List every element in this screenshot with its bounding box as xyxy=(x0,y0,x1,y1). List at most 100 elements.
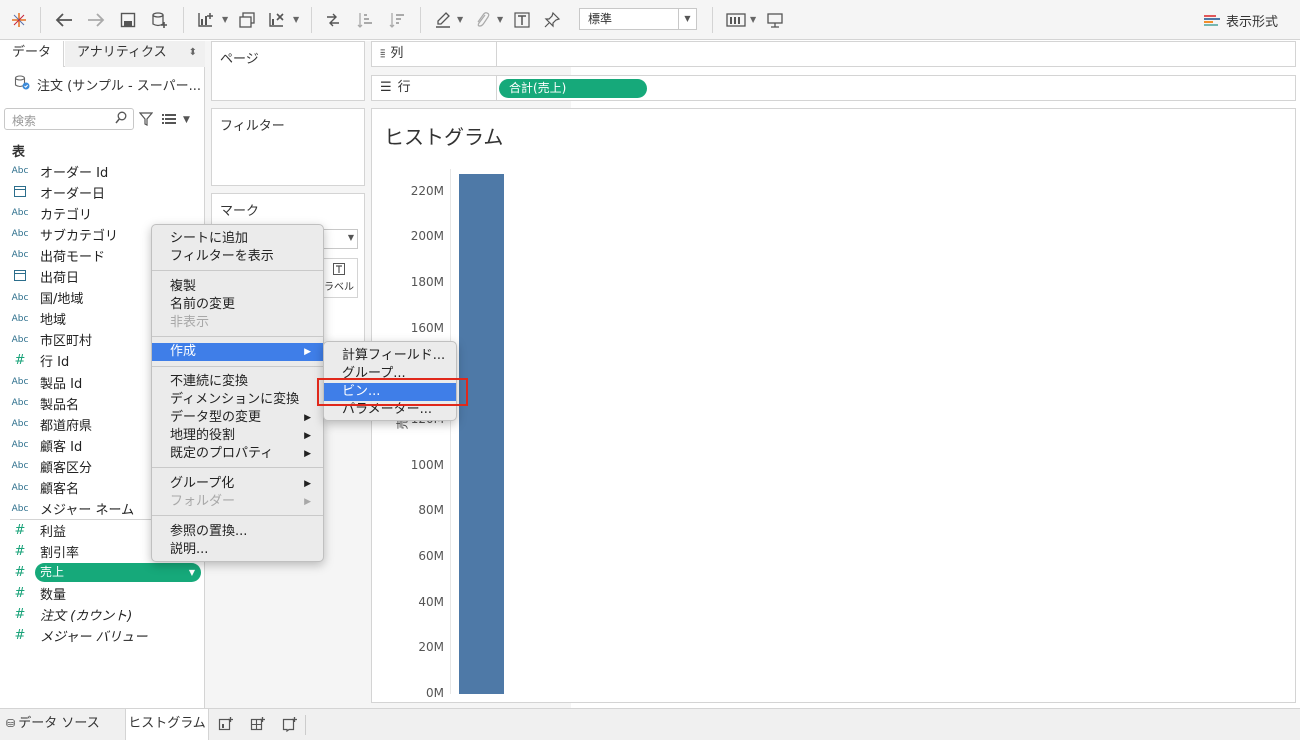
field-name: 製品名 xyxy=(40,397,80,413)
clear-sheet-icon[interactable] xyxy=(266,8,288,32)
columns-shelf[interactable]: ⦙⦙⦙ 列 xyxy=(371,41,1296,67)
selected-field-pill[interactable]: 売上 ▼ xyxy=(35,562,201,582)
columns-icon: ⦙⦙⦙ xyxy=(380,47,386,60)
y-tick-label: 60M xyxy=(418,549,444,564)
context-menu-item[interactable]: 参照の置換... xyxy=(152,523,323,541)
redo-icon[interactable] xyxy=(85,8,107,32)
dimension-field[interactable]: Abc 顧客区分 xyxy=(0,456,92,476)
dimension-field[interactable]: Abc 地域 xyxy=(0,309,66,329)
context-menu-item[interactable]: 作成 ▶ xyxy=(152,343,323,361)
measure-field[interactable]: # メジャー バリュー xyxy=(0,626,148,646)
show-mark-labels-icon[interactable] xyxy=(511,8,533,32)
context-menu-item[interactable]: 名前の変更 xyxy=(152,296,323,314)
tab-datasource[interactable]: ⛁ データ ソース xyxy=(6,709,100,740)
dimension-field[interactable]: Abc オーダー Id xyxy=(0,161,109,181)
context-menu-item[interactable]: 説明... xyxy=(152,541,323,559)
sort-ascending-icon[interactable] xyxy=(354,8,376,32)
show-me-bar-4 xyxy=(1204,23,1218,26)
dimension-field[interactable]: # 行 Id xyxy=(0,351,70,371)
highlight-caret-icon[interactable]: ▼ xyxy=(457,15,463,24)
mark-type-select[interactable]: ▼ xyxy=(320,229,358,249)
field-search-input[interactable]: 検索 xyxy=(4,108,134,130)
swap-rows-columns-icon[interactable] xyxy=(322,8,344,32)
field-name: 売上 xyxy=(40,564,65,579)
dimension-field[interactable]: Abc 顧客名 xyxy=(0,478,79,498)
dimension-field[interactable]: Abc 製品名 xyxy=(0,393,79,413)
sort-descending-icon[interactable] xyxy=(386,8,408,32)
string-type-icon: Abc xyxy=(11,313,29,324)
dimension-field[interactable]: Abc 顧客 Id xyxy=(0,435,83,455)
highlight-icon[interactable] xyxy=(432,8,454,32)
tab-sheet-histogram[interactable]: ヒストグラム xyxy=(125,709,209,740)
context-menu-item[interactable]: フォルダー ▶ xyxy=(152,493,323,511)
new-worksheet-icon[interactable] xyxy=(195,8,217,32)
fit-select[interactable]: 標準 ▼ xyxy=(579,8,697,30)
datasource-item[interactable]: 注文 (サンプル - スーパー... xyxy=(14,74,201,94)
context-menu-item[interactable]: 地理的役割 ▶ xyxy=(152,427,323,445)
presentation-mode-icon[interactable] xyxy=(764,8,786,32)
measure-field[interactable]: # 利益 xyxy=(0,520,66,540)
context-menu-item[interactable]: 不連続に変換 xyxy=(152,373,323,391)
dimension-field[interactable]: Abc カテゴリ xyxy=(0,203,92,223)
group-members-icon[interactable] xyxy=(471,8,493,32)
dimension-field[interactable]: Abc 国/地域 xyxy=(0,288,84,308)
bar-mark[interactable] xyxy=(459,173,504,694)
dimension-field[interactable]: Abc 製品 Id xyxy=(0,372,83,392)
tab-analytics[interactable]: アナリティクス ⬍ xyxy=(65,41,205,67)
menu-item-label: 複製 xyxy=(170,279,197,294)
context-menu-item[interactable]: フィルターを表示 xyxy=(152,248,323,266)
tableau-logo-icon[interactable] xyxy=(8,8,30,32)
duplicate-sheet-icon[interactable] xyxy=(236,8,258,32)
group-caret-icon[interactable]: ▼ xyxy=(497,15,503,24)
fit-select-caret-icon[interactable]: ▼ xyxy=(678,9,696,29)
dimension-field[interactable]: Abc メジャー ネーム xyxy=(0,499,135,519)
rows-shelf[interactable]: ☰ 行 合計(売上) xyxy=(371,75,1296,101)
dimension-field[interactable]: Abc 都道府県 xyxy=(0,414,92,434)
dimension-field[interactable]: Abc サブカテゴリ xyxy=(0,224,118,244)
measure-field[interactable]: # 注文 (カウント) xyxy=(0,604,133,624)
submenu-arrow-icon: ▶ xyxy=(304,497,311,507)
new-story-tab-icon[interactable] xyxy=(282,709,298,740)
number-type-icon: # xyxy=(14,564,26,580)
dimension-field[interactable]: Abc 市区町村 xyxy=(0,330,92,350)
view-options-caret-icon[interactable]: ▼ xyxy=(183,115,190,125)
filters-shelf[interactable]: フィルター xyxy=(211,108,365,186)
context-menu-item[interactable]: 複製 xyxy=(152,278,323,296)
dimension-field[interactable]: 出荷日 xyxy=(0,267,79,287)
field-name: 国/地域 xyxy=(40,292,84,308)
pill-caret-icon[interactable]: ▼ xyxy=(189,563,195,582)
menu-separator xyxy=(152,467,323,468)
new-worksheet-caret-icon[interactable]: ▼ xyxy=(222,15,228,24)
save-icon[interactable] xyxy=(117,8,139,32)
show-me-button[interactable]: 表示形式 xyxy=(1204,11,1278,30)
clear-sheet-caret-icon[interactable]: ▼ xyxy=(293,15,299,24)
menu-item-label: グループ化 xyxy=(170,476,235,491)
context-menu-item[interactable]: 非表示 xyxy=(152,314,323,332)
measure-field[interactable]: # 売上 ▼ xyxy=(0,562,201,582)
rows-pill-sum-sales[interactable]: 合計(売上) xyxy=(499,79,647,98)
dimension-field[interactable]: Abc 出荷モード xyxy=(0,245,105,265)
show-cards-caret-icon[interactable]: ▼ xyxy=(750,15,756,24)
filter-fields-icon[interactable] xyxy=(138,112,154,129)
show-cards-icon[interactable] xyxy=(724,8,748,32)
context-menu-item[interactable]: データ型の変更 ▶ xyxy=(152,409,323,427)
undo-icon[interactable] xyxy=(53,8,75,32)
new-worksheet-tab-icon[interactable] xyxy=(218,709,234,740)
context-menu-item[interactable]: グループ化 ▶ xyxy=(152,475,323,493)
view-data-list-icon[interactable] xyxy=(162,113,176,128)
measure-field[interactable]: # 割引率 xyxy=(0,541,79,561)
field-name: 利益 xyxy=(40,524,67,540)
new-dashboard-tab-icon[interactable] xyxy=(250,709,266,740)
dimension-field[interactable]: オーダー日 xyxy=(0,182,105,202)
number-type-icon: # xyxy=(14,543,26,559)
context-menu-item[interactable]: ディメンションに変換 xyxy=(152,391,323,409)
context-menu-item[interactable]: 既定のプロパティ ▶ xyxy=(152,445,323,463)
pages-shelf[interactable]: ページ xyxy=(211,41,365,101)
submenu-item[interactable]: 計算フィールド... xyxy=(324,347,456,365)
marks-label-button[interactable]: ラベル xyxy=(320,258,358,298)
measure-field[interactable]: # 数量 xyxy=(0,583,66,603)
new-datasource-icon[interactable] xyxy=(149,8,171,32)
fix-axes-pin-icon[interactable] xyxy=(541,8,563,32)
context-menu-item[interactable]: シートに追加 xyxy=(152,230,323,248)
tab-data[interactable]: データ xyxy=(0,41,64,67)
